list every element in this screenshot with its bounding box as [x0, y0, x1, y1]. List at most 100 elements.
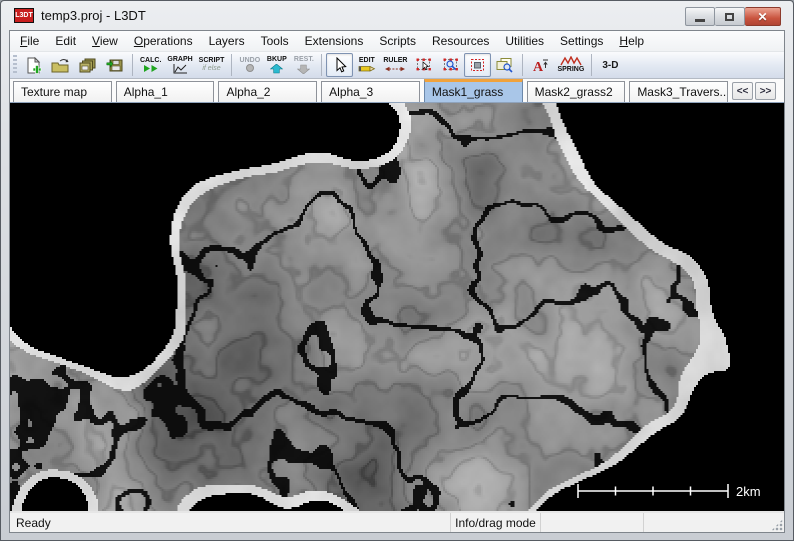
tab-label: Mask1_grass: [432, 85, 503, 99]
backup-up-arrow-icon: [270, 64, 283, 74]
selection-overlay-icon: [469, 57, 486, 73]
open-file-button[interactable]: [47, 53, 74, 77]
menu-resources[interactable]: Resources: [424, 32, 497, 50]
tab-alpha-1[interactable]: Alpha_1: [116, 81, 215, 102]
minimize-icon: [695, 19, 705, 22]
menu-utilities[interactable]: Utilities: [497, 32, 552, 50]
menu-help[interactable]: Help: [611, 32, 652, 50]
font-size-button[interactable]: A: [527, 53, 554, 77]
close-icon: ✕: [757, 11, 767, 23]
select-zoom-button[interactable]: [437, 53, 464, 77]
spring-button[interactable]: SPRING: [554, 53, 587, 77]
calc-icon: [143, 64, 159, 73]
tab-label: Mask2_grass2: [535, 85, 613, 99]
graph-button[interactable]: GRAPH: [164, 53, 195, 77]
tab-mask1-grass[interactable]: Mask1_grass: [424, 79, 523, 102]
maximize-icon: [725, 13, 734, 21]
close-button[interactable]: ✕: [745, 7, 781, 26]
menu-extensions[interactable]: Extensions: [297, 32, 372, 50]
select-marquee-pointer-icon: [415, 57, 433, 73]
minimize-button[interactable]: [685, 7, 715, 26]
restore-label: REST.: [294, 56, 314, 64]
open-folder-icon: [51, 57, 70, 74]
tab-label: Alpha_1: [124, 85, 168, 99]
new-file-icon: [25, 57, 42, 74]
menu-bar: File Edit View Operations Layers Tools E…: [10, 31, 784, 52]
tab-label: Texture map: [21, 85, 87, 99]
layers-zoom-icon: [495, 57, 514, 73]
menu-scripts[interactable]: Scripts: [371, 32, 424, 50]
spring-icon: [560, 56, 582, 66]
select-pointer-button[interactable]: [410, 53, 437, 77]
backup-button[interactable]: BKUP: [263, 53, 290, 77]
toolbar-separator: [522, 54, 523, 76]
svg-text:A: A: [533, 60, 544, 73]
status-bar: Ready Info/drag mode: [10, 511, 784, 532]
tab-scroll-right-button[interactable]: >>: [755, 82, 776, 100]
restore-down-arrow-icon: [297, 64, 310, 74]
ruler-arrows-icon: [385, 65, 405, 73]
selection-overlay-button[interactable]: [464, 53, 491, 77]
title-bar[interactable]: L3DT temp3.proj - L3DT ✕: [1, 1, 793, 30]
status-pane-extra2: [644, 513, 784, 532]
menu-edit[interactable]: Edit: [47, 32, 84, 50]
restore-button[interactable]: REST.: [290, 53, 317, 77]
view-3d-label: 3-D: [599, 60, 621, 71]
graph-icon: [172, 64, 188, 74]
calc-label: CALC.: [140, 57, 161, 65]
tab-alpha-3[interactable]: Alpha_3: [321, 81, 420, 102]
menu-tools[interactable]: Tools: [253, 32, 297, 50]
menu-layers[interactable]: Layers: [201, 32, 253, 50]
client-area: File Edit View Operations Layers Tools E…: [9, 30, 785, 533]
status-message: Ready: [10, 513, 451, 532]
toolbar-separator: [321, 54, 322, 76]
map-view: 2km: [10, 103, 784, 511]
toolbar-separator: [231, 54, 232, 76]
toolbar-gripper[interactable]: [13, 55, 17, 75]
maximize-button[interactable]: [715, 7, 745, 26]
tab-mask3-traverse[interactable]: Mask3_Travers...: [629, 81, 728, 102]
script-label: SCRIPT: [199, 57, 225, 65]
copy-maps-icon: [79, 57, 97, 74]
undo-icon: [244, 64, 256, 73]
edit-pencil-icon: [358, 64, 376, 73]
undo-button[interactable]: UNDO: [236, 53, 263, 77]
undo-label: UNDO: [240, 57, 261, 65]
save-disk-icon: [106, 57, 124, 74]
graph-label: GRAPH: [167, 56, 192, 64]
menu-settings[interactable]: Settings: [552, 32, 611, 50]
window-title: temp3.proj - L3DT: [41, 8, 146, 23]
script-icon: if else: [202, 65, 220, 73]
menu-view[interactable]: View: [84, 32, 126, 50]
save-map-button[interactable]: [101, 53, 128, 77]
script-button[interactable]: SCRIPT if else: [196, 53, 228, 77]
toolbar-separator: [591, 54, 592, 76]
menu-operations[interactable]: Operations: [126, 32, 201, 50]
resize-grip[interactable]: [771, 519, 783, 531]
scale-label: 2km: [736, 484, 761, 499]
calc-button[interactable]: CALC.: [137, 53, 164, 77]
map-canvas[interactable]: [10, 103, 784, 511]
tab-texture-map[interactable]: Texture map: [13, 81, 112, 102]
pointer-tool-button[interactable]: [326, 53, 353, 77]
tab-scroll-left-button[interactable]: <<: [732, 82, 753, 100]
edit-label: EDIT: [359, 57, 375, 65]
menu-file[interactable]: File: [12, 32, 47, 50]
ruler-tool-button[interactable]: RULER: [380, 53, 410, 77]
layer-zoom-button[interactable]: [491, 53, 518, 77]
tab-alpha-2[interactable]: Alpha_2: [218, 81, 317, 102]
pointer-cursor-icon: [332, 57, 348, 74]
map-tab-bar: Texture map Alpha_1 Alpha_2 Alpha_3 Mask…: [10, 79, 784, 103]
font-size-icon: A: [532, 58, 549, 73]
tab-label: Alpha_3: [329, 85, 373, 99]
view-3d-button[interactable]: 3-D: [596, 53, 624, 77]
ruler-label: RULER: [383, 57, 407, 65]
copy-map-button[interactable]: [74, 53, 101, 77]
backup-label: BKUP: [267, 56, 287, 64]
status-mode: Info/drag mode: [451, 513, 541, 532]
tab-mask2-grass2[interactable]: Mask2_grass2: [527, 81, 626, 102]
new-file-button[interactable]: [20, 53, 47, 77]
edit-tool-button[interactable]: EDIT: [353, 53, 380, 77]
status-pane-extra1: [541, 513, 644, 532]
tool-bar: CALC. GRAPH SCRIPT if else UNDO: [10, 52, 784, 79]
